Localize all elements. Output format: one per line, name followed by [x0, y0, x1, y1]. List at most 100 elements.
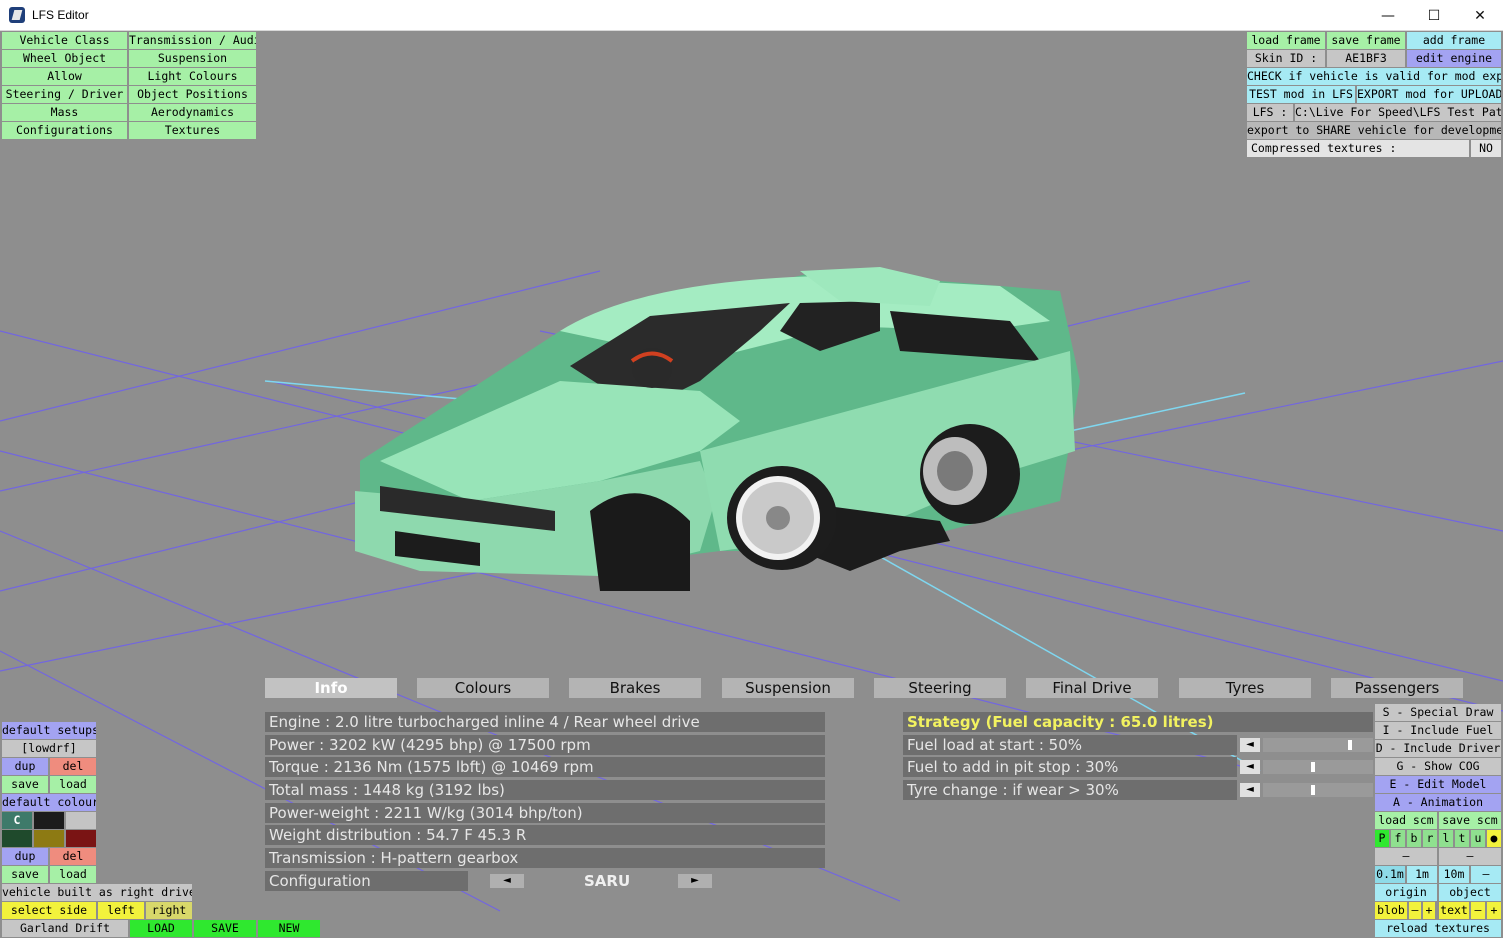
setup-dup-button[interactable]: dup — [2, 758, 48, 775]
flag-r[interactable]: r — [1423, 830, 1437, 847]
special-draw-button[interactable]: S - Special Draw — [1375, 704, 1501, 721]
maximize-button[interactable]: ☐ — [1411, 0, 1457, 31]
tyre-change-decrease[interactable]: ◄ — [1240, 783, 1260, 797]
colour-dup-button[interactable]: dup — [2, 848, 48, 865]
reload-textures-button[interactable]: reload textures — [1375, 920, 1501, 937]
menu-vehicle-class[interactable]: Vehicle Class — [2, 32, 127, 49]
fuel-start-slider[interactable] — [1263, 738, 1373, 752]
colour-swatch-green[interactable] — [2, 830, 32, 847]
3d-viewport[interactable] — [0, 31, 1503, 938]
flag-l[interactable]: l — [1439, 830, 1453, 847]
lfs-path-value[interactable]: C:\Live For Speed\LFS Test Patch — [1295, 104, 1501, 121]
vehicle-save-button[interactable]: SAVE — [194, 920, 256, 937]
fuel-pit-slider[interactable] — [1263, 760, 1373, 774]
setup-load-button[interactable]: load — [50, 776, 96, 793]
menu-textures[interactable]: Textures — [129, 122, 256, 139]
config-next-button[interactable]: ► — [678, 874, 712, 888]
close-button[interactable]: ✕ — [1457, 0, 1503, 31]
tab-brakes[interactable]: Brakes — [569, 678, 701, 698]
step-dash-button[interactable]: – — [1471, 866, 1501, 883]
check-valid-button[interactable]: CHECK if vehicle is valid for mod export — [1247, 68, 1501, 85]
flag-u[interactable]: u — [1471, 830, 1485, 847]
fuel-start-decrease[interactable]: ◄ — [1240, 738, 1260, 752]
colour-del-button[interactable]: del — [50, 848, 96, 865]
tab-passengers[interactable]: Passengers — [1331, 678, 1463, 698]
flag-t[interactable]: t — [1455, 830, 1469, 847]
save-scm-button[interactable]: save scm — [1439, 812, 1501, 829]
side-right-button[interactable]: right — [146, 902, 192, 919]
object-button[interactable]: object — [1439, 884, 1501, 901]
text-minus-button[interactable]: – — [1471, 902, 1485, 919]
colour-save-button[interactable]: save — [2, 866, 48, 883]
menu-wheel-object[interactable]: Wheel Object — [2, 50, 127, 67]
tab-colours[interactable]: Colours — [417, 678, 549, 698]
text-plus-button[interactable]: + — [1487, 902, 1501, 919]
slider-knob[interactable] — [1311, 762, 1315, 772]
step-1m-button[interactable]: 1m — [1407, 866, 1437, 883]
setup-del-button[interactable]: del — [50, 758, 96, 775]
menu-transmission-audio[interactable]: Transmission / Audio — [129, 32, 256, 49]
menu-object-positions[interactable]: Object Positions — [129, 86, 256, 103]
dot-icon[interactable]: ● — [1487, 830, 1501, 847]
slider-knob[interactable] — [1311, 785, 1315, 795]
menu-mass[interactable]: Mass — [2, 104, 127, 121]
tab-info[interactable]: Info — [265, 678, 397, 698]
tyre-change-slider[interactable] — [1263, 783, 1373, 797]
menu-light-colours[interactable]: Light Colours — [129, 68, 256, 85]
lfs-path-label: LFS : — [1247, 104, 1293, 121]
slider-knob[interactable] — [1348, 740, 1352, 750]
tab-steering[interactable]: Steering — [874, 678, 1006, 698]
load-scm-button[interactable]: load scm — [1375, 812, 1437, 829]
colour-swatch-red[interactable] — [66, 830, 96, 847]
menu-configurations[interactable]: Configurations — [2, 122, 127, 139]
flag-f[interactable]: f — [1391, 830, 1405, 847]
colour-swatch-black[interactable] — [34, 812, 64, 829]
flag-b[interactable]: b — [1407, 830, 1421, 847]
colour-swatch-grey[interactable] — [66, 812, 96, 829]
dash-button-1[interactable]: – — [1375, 848, 1437, 865]
include-driver-button[interactable]: D - Include Driver — [1375, 740, 1501, 757]
test-mod-button[interactable]: TEST mod in LFS — [1247, 86, 1355, 103]
vehicle-load-button[interactable]: LOAD — [130, 920, 192, 937]
menu-aerodynamics[interactable]: Aerodynamics — [129, 104, 256, 121]
save-frame-button[interactable]: save frame — [1327, 32, 1405, 49]
right-drive-toggle[interactable]: vehicle built as right drive — [2, 884, 192, 901]
fuel-pit-decrease[interactable]: ◄ — [1240, 760, 1260, 774]
tab-tyres[interactable]: Tyres — [1179, 678, 1311, 698]
compressed-textures-toggle[interactable]: NO — [1471, 140, 1501, 157]
flag-p[interactable]: P — [1375, 830, 1389, 847]
vehicle-new-button[interactable]: NEW — [258, 920, 320, 937]
setup-name[interactable]: [lowdrf] — [2, 740, 96, 757]
side-left-button[interactable]: left — [98, 902, 144, 919]
export-share-button[interactable]: export to SHARE vehicle for development — [1247, 122, 1501, 139]
origin-button[interactable]: origin — [1375, 884, 1437, 901]
show-cog-button[interactable]: G - Show COG — [1375, 758, 1501, 775]
include-fuel-button[interactable]: I - Include Fuel — [1375, 722, 1501, 739]
minimize-button[interactable]: — — [1365, 0, 1411, 31]
config-prev-button[interactable]: ◄ — [490, 874, 524, 888]
colour-load-button[interactable]: load — [50, 866, 96, 883]
colour-swatch-olive[interactable] — [34, 830, 64, 847]
edit-model-button[interactable]: E - Edit Model — [1375, 776, 1501, 793]
edit-engine-button[interactable]: edit engine — [1407, 50, 1501, 67]
step-10m-button[interactable]: 10m — [1439, 866, 1469, 883]
tab-suspension[interactable]: Suspension — [722, 678, 854, 698]
default-setups-button[interactable]: default setups — [2, 722, 96, 739]
menu-steering-driver[interactable]: Steering / Driver — [2, 86, 127, 103]
text-button[interactable]: text — [1439, 902, 1469, 919]
step-0.1m-button[interactable]: 0.1m — [1375, 866, 1405, 883]
load-frame-button[interactable]: load frame — [1247, 32, 1325, 49]
menu-suspension[interactable]: Suspension — [129, 50, 256, 67]
dash-button-2[interactable]: – — [1439, 848, 1501, 865]
tab-final-drive[interactable]: Final Drive — [1026, 678, 1158, 698]
blob-button[interactable]: blob — [1375, 902, 1407, 919]
blob-plus-button[interactable]: + — [1423, 902, 1435, 919]
setup-save-button[interactable]: save — [2, 776, 48, 793]
colour-c-button[interactable]: C — [2, 812, 32, 829]
export-mod-button[interactable]: EXPORT mod for UPLOAD — [1357, 86, 1501, 103]
add-frame-button[interactable]: add frame — [1407, 32, 1501, 49]
default-colours-button[interactable]: default colours — [2, 794, 96, 811]
blob-minus-button[interactable]: – — [1409, 902, 1421, 919]
animation-button[interactable]: A - Animation — [1375, 794, 1501, 811]
menu-allow[interactable]: Allow — [2, 68, 127, 85]
